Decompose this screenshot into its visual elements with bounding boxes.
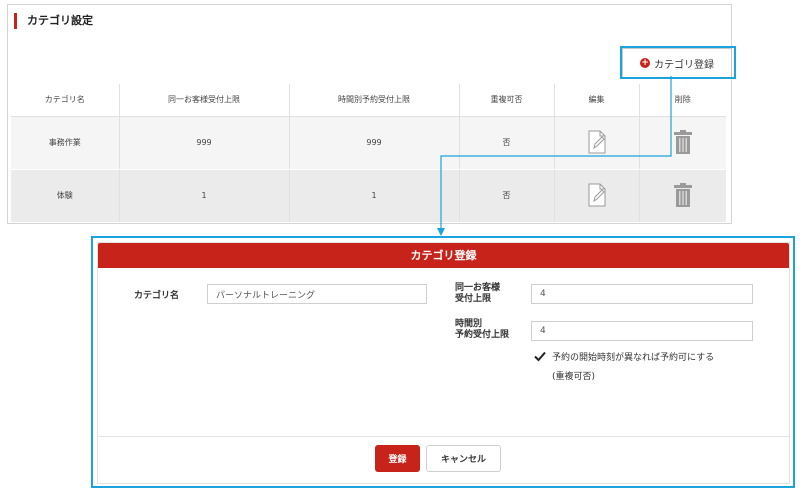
cell-category-name: 体験 xyxy=(11,169,120,223)
same-customer-limit-label-1: 同一お客様 xyxy=(455,283,501,293)
checkbox-label: 予約の開始時刻が異なれば予約可にする xyxy=(552,353,715,363)
cell-duplicate: 否 xyxy=(459,169,555,223)
checkbox-note: (重複可否) xyxy=(552,372,596,382)
panel-title: カテゴリ設定 xyxy=(14,13,93,29)
header-delete: 削除 xyxy=(639,84,726,117)
hourly-limit-label-2: 予約受付上限 xyxy=(455,330,510,340)
edit-icon[interactable] xyxy=(586,130,608,154)
cell-edit xyxy=(554,169,640,223)
same-customer-limit-label-2: 受付上限 xyxy=(455,294,492,304)
cell-delete xyxy=(639,169,726,223)
edit-icon[interactable] xyxy=(586,183,608,207)
trash-icon[interactable] xyxy=(673,182,692,207)
cell-hourly-limit: 1 xyxy=(289,169,460,223)
category-register-dialog: カテゴリ登録 カテゴリ名 パーソナルトレーニング 同一お客様 受付上限 4 時間… xyxy=(97,242,790,484)
cell-hourly-limit: 999 xyxy=(289,116,460,170)
category-name-label: カテゴリ名 xyxy=(134,291,180,301)
category-settings-panel: カテゴリ設定 + カテゴリ登録 カテゴリ名 同一お客様受付上限 時間別予約受付上… xyxy=(7,4,736,224)
cell-category-name: 事務作業 xyxy=(11,116,120,170)
header-category-name: カテゴリ名 xyxy=(11,84,120,117)
cell-same-customer-limit: 1 xyxy=(119,169,290,223)
add-button-highlight xyxy=(620,46,736,79)
hourly-limit-input[interactable]: 4 xyxy=(531,321,753,341)
header-hourly-limit: 時間別予約受付上限 xyxy=(289,84,460,117)
cell-duplicate: 否 xyxy=(459,116,555,170)
dialog-title: カテゴリ登録 xyxy=(98,243,789,268)
arrow-head-icon xyxy=(437,228,445,236)
table-row: 体験 1 1 否 xyxy=(11,169,726,223)
allow-different-start-checkbox-row[interactable]: 予約の開始時刻が異なれば予約可にする xyxy=(534,350,714,363)
cell-same-customer-limit: 999 xyxy=(119,116,290,170)
table-row: 事務作業 999 999 否 xyxy=(11,116,726,170)
dialog-divider xyxy=(98,436,789,437)
checkmark-icon[interactable] xyxy=(534,351,546,362)
header-same-customer-limit: 同一お客様受付上限 xyxy=(119,84,290,117)
header-duplicate: 重複可否 xyxy=(459,84,555,117)
cancel-button[interactable]: キャンセル xyxy=(426,445,501,472)
category-name-input[interactable]: パーソナルトレーニング xyxy=(207,284,427,304)
table-header-row: カテゴリ名 同一お客様受付上限 時間別予約受付上限 重複可否 編集 削除 xyxy=(11,84,726,117)
category-table: カテゴリ名 同一お客様受付上限 時間別予約受付上限 重複可否 編集 削除 事務作… xyxy=(11,84,726,223)
hourly-limit-label-1: 時間別 xyxy=(455,319,483,329)
same-customer-limit-input[interactable]: 4 xyxy=(531,284,753,304)
cell-delete xyxy=(639,116,726,170)
header-edit: 編集 xyxy=(554,84,640,117)
trash-icon[interactable] xyxy=(673,129,692,154)
save-button[interactable]: 登録 xyxy=(375,445,420,472)
cell-edit xyxy=(554,116,640,170)
